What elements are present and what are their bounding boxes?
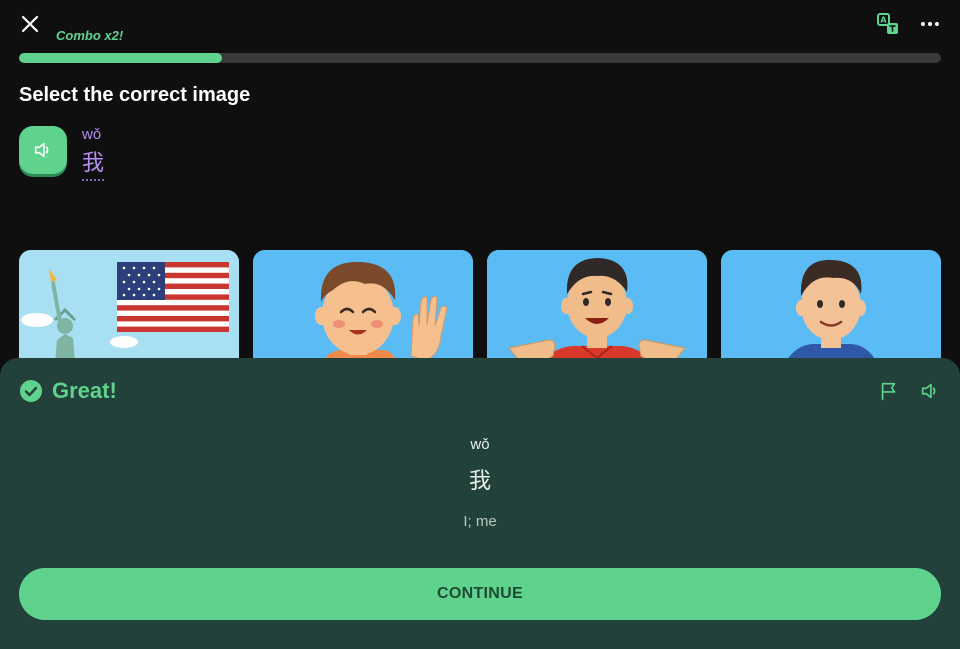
speaker-icon[interactable] [919,380,941,402]
feedback-status: Great! [52,378,117,403]
speaker-icon [34,142,49,158]
progress-fill [19,53,222,63]
prompt-pinyin: wǒ [82,126,102,143]
more-icon[interactable] [918,12,942,36]
combo-label: Combo x2! [56,28,124,43]
top-toolbar: A [876,12,942,36]
us-flag [117,262,229,332]
prompt-hanzi: 我 [82,145,105,181]
answer-hanzi: 我 [468,468,491,493]
flag-icon[interactable] [878,380,900,402]
answer-meaning: I; me [463,513,497,530]
play-audio-button[interactable] [19,126,67,174]
svg-text:A: A [880,16,887,25]
question-title: Select the correct image [19,84,251,106]
close-icon[interactable] [18,12,42,36]
answer-pinyin: wǒ [470,436,490,453]
translate-icon[interactable]: A [876,12,900,36]
continue-button[interactable]: CONTINUE [19,568,941,620]
check-circle-icon [20,380,42,402]
progress-bar [19,53,941,63]
prompt-word[interactable]: wǒ 我 [82,126,105,181]
